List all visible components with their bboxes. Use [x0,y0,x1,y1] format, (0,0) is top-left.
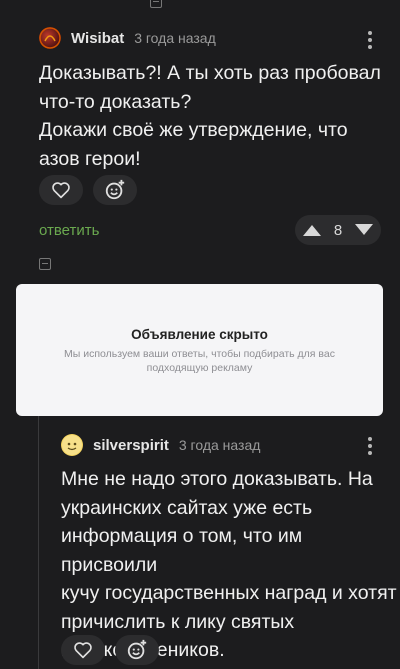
collapse-thread-button[interactable] [150,0,162,8]
comment-author[interactable]: Wisibat [71,30,124,47]
comment-author[interactable]: silverspirit [93,437,169,454]
avatar[interactable] [39,27,61,49]
more-vertical-icon[interactable] [368,437,372,455]
add-reaction-button[interactable] [93,175,137,205]
downvote-icon[interactable] [353,222,375,238]
hidden-ad-card: Объявление скрыто Мы используем ваши отв… [16,284,383,416]
comment-line: информация о том, что им присвоили [61,525,303,576]
avatar-image-icon [62,435,82,455]
comment-line: причислить к лику святых [61,610,295,633]
like-button[interactable] [61,635,105,665]
comment-body: Мне не надо этого доказывать. На украинс… [61,465,400,665]
comment-line: великомучеников. [61,636,400,665]
comment-line: кучу государственных наград и хотят [61,582,397,604]
comment-line: Докажи своё же утверждение, что [39,119,348,141]
add-reaction-icon [105,179,125,200]
ad-title: Объявление скрыто [131,327,268,342]
comment-timestamp: 3 года назад [178,437,261,453]
collapse-thread-button[interactable] [39,258,51,270]
more-vertical-icon[interactable] [368,31,372,49]
reply-button[interactable]: ответить [39,222,99,239]
comment-line: Мне не надо этого доказывать. На [61,468,373,490]
avatar-image-icon [39,27,61,49]
thread-line [38,416,39,669]
add-reaction-button[interactable] [115,635,159,665]
like-heart-icon [52,182,70,199]
vote-control: 8 [295,215,381,245]
like-button[interactable] [39,175,83,205]
comment-line: что-то доказать? [39,90,192,113]
avatar[interactable] [61,434,83,456]
comment-line: Доказывать?! А ты хоть раз пробовал [39,62,381,84]
ad-subtitle: Мы используем ваши ответы, чтобы подбира… [64,348,335,374]
comment-body: Доказывать?! А ты хоть раз пробовал что-… [39,59,381,173]
comment-header: Wisibat 3 года назад [39,27,216,49]
comment-header: silverspirit 3 года назад [61,434,260,456]
comment-line: азов герои! [39,147,141,170]
comment-line: украинских сайтах уже есть [61,496,313,519]
like-heart-icon [74,642,92,659]
comment-timestamp: 3 года назад [134,30,216,46]
add-reaction-icon [127,639,147,660]
vote-count: 8 [333,221,343,239]
upvote-icon[interactable] [301,222,323,238]
